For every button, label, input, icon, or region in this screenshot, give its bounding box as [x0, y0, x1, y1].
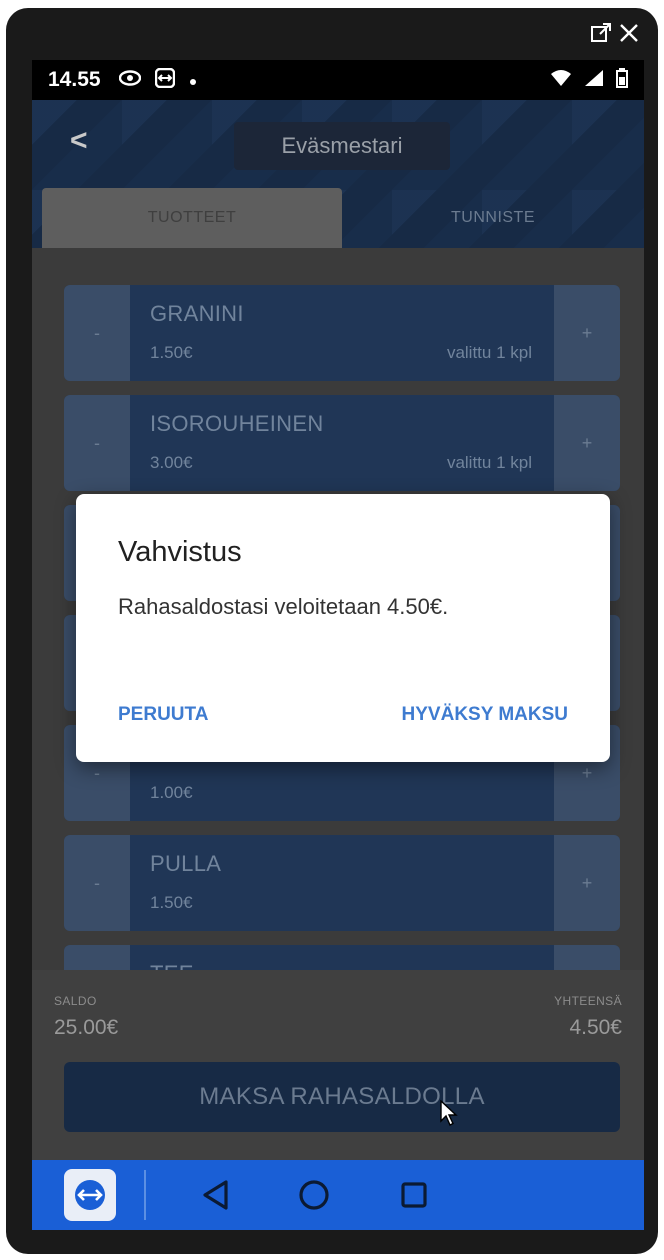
- product-name: PULLA: [150, 851, 222, 876]
- list-item: - GRANINI 1.50€ valittu 1 kpl +: [64, 285, 620, 381]
- dot-icon: [189, 70, 197, 91]
- cancel-button[interactable]: PERUUTA: [118, 704, 208, 726]
- decrease-button[interactable]: -: [64, 835, 130, 931]
- app-title: Eväsmestari: [234, 122, 450, 170]
- product-selected-count: valittu 1 kpl: [446, 453, 532, 472]
- pay-with-balance-button[interactable]: MAKSA RAHASALDOLLA: [64, 1062, 620, 1132]
- popout-icon[interactable]: [590, 22, 612, 48]
- tab-tunniste[interactable]: TUNNISTE: [342, 188, 644, 248]
- total-label: YHTEENSÄ: [554, 994, 622, 1008]
- saldo-label: SALDO: [54, 994, 97, 1008]
- app-header: < Eväsmestari TUOTTEET TUNNISTE: [32, 100, 644, 248]
- tab-bar: TUOTTEET TUNNISTE: [32, 188, 644, 248]
- status-time: 14.55: [48, 68, 101, 91]
- wifi-icon: [550, 69, 572, 92]
- teamviewer-icon[interactable]: [64, 1169, 116, 1221]
- signal-icon: [584, 69, 604, 92]
- window-controls: [590, 22, 640, 48]
- nav-separator: [144, 1170, 146, 1220]
- home-circle-icon[interactable]: [284, 1165, 344, 1225]
- list-item: - ISOROUHEINEN 3.00€ valittu 1 kpl +: [64, 395, 620, 491]
- status-bar: 14.55: [32, 60, 644, 100]
- dialog-title: Vahvistus: [118, 536, 242, 568]
- teamviewer-icon: [154, 67, 175, 93]
- decrease-button[interactable]: -: [64, 285, 130, 381]
- product-price: 1.50€: [150, 893, 193, 912]
- eye-icon: [118, 69, 141, 91]
- product-price: 1.00€: [150, 783, 193, 802]
- increase-button[interactable]: +: [554, 835, 620, 931]
- increase-button[interactable]: +: [554, 395, 620, 491]
- phone-screen: 14.55 < Eväsmestari TUOTTEET TUNNISTE - …: [32, 60, 644, 1230]
- recents-square-icon[interactable]: [384, 1165, 444, 1225]
- product-price: 1.50€: [150, 343, 193, 362]
- confirmation-dialog: Vahvistus Rahasaldostasi veloitetaan 4.5…: [76, 494, 610, 762]
- saldo-value: 25.00€: [54, 1016, 119, 1039]
- product-price: 3.00€: [150, 453, 193, 472]
- total-value: 4.50€: [569, 1016, 622, 1039]
- checkout-footer: SALDO 25.00€ YHTEENSÄ 4.50€ MAKSA RAHASA…: [32, 970, 644, 1160]
- tab-tuotteet[interactable]: TUOTTEET: [42, 188, 342, 248]
- device-frame: 14.55 < Eväsmestari TUOTTEET TUNNISTE - …: [6, 8, 658, 1254]
- status-right-icons: [550, 67, 628, 93]
- product-selected-count: valittu 1 kpl: [446, 343, 532, 362]
- product-name: ISOROUHEINEN: [150, 411, 324, 436]
- dialog-message: Rahasaldostasi veloitetaan 4.50€.: [118, 594, 449, 619]
- confirm-payment-button[interactable]: HYVÄKSY MAKSU: [402, 704, 568, 726]
- battery-icon: [616, 67, 628, 93]
- android-nav-bar: [32, 1160, 644, 1230]
- decrease-button[interactable]: -: [64, 395, 130, 491]
- list-item: - PULLA 1.50€ +: [64, 835, 620, 931]
- back-button[interactable]: <: [70, 124, 88, 158]
- increase-button[interactable]: +: [554, 285, 620, 381]
- back-triangle-icon[interactable]: [186, 1165, 246, 1225]
- product-name: GRANINI: [150, 301, 244, 326]
- close-icon[interactable]: [618, 22, 640, 48]
